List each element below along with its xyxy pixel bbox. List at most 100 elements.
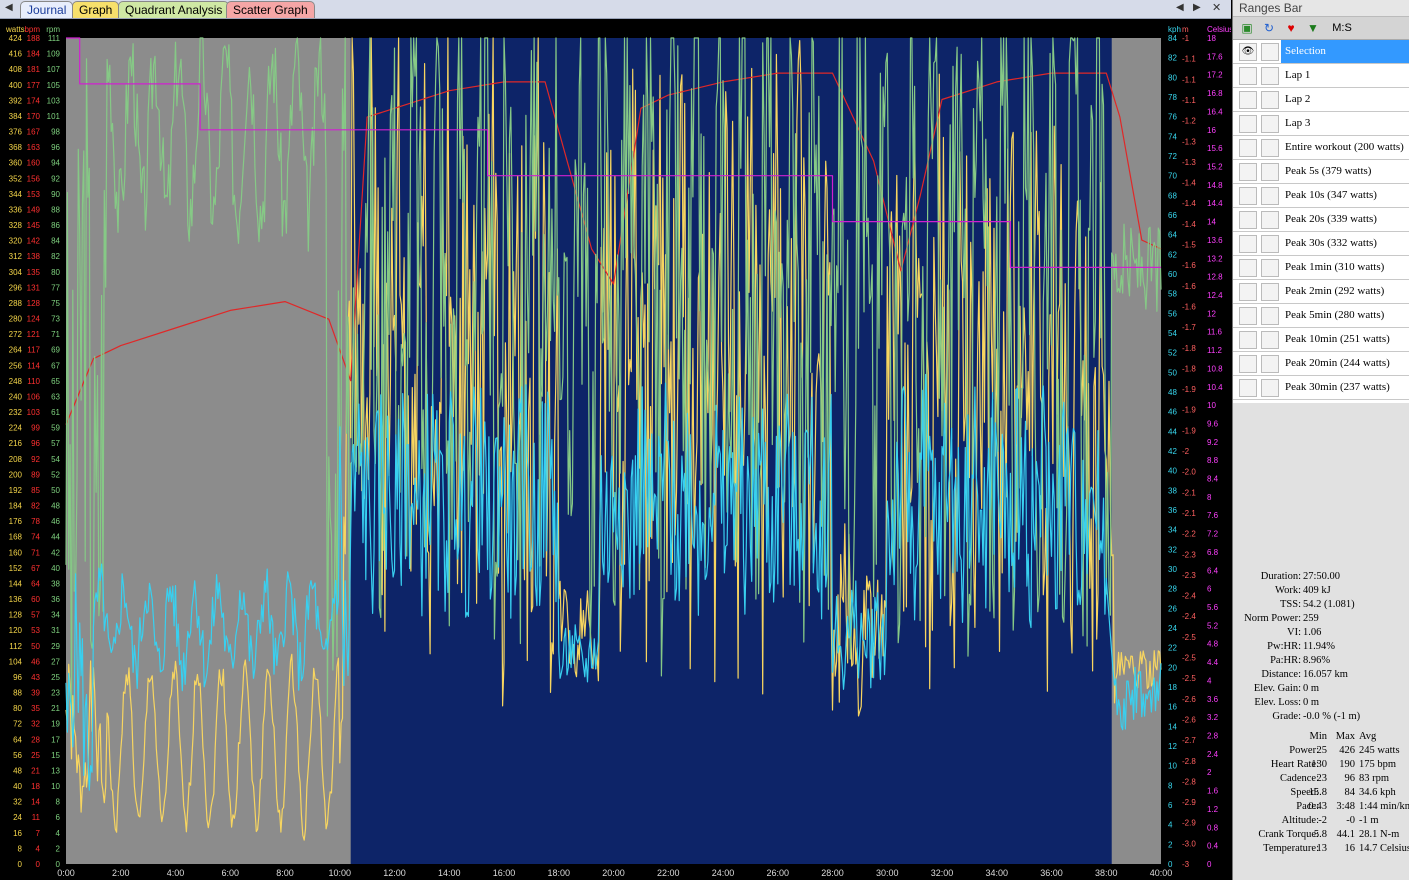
tick-label: 400 [9, 81, 23, 90]
tick-label: 200 [9, 470, 23, 479]
range-item[interactable]: Peak 30min (237 watts) [1233, 376, 1409, 400]
tick-label: 18 [1168, 683, 1177, 692]
summary-stats: Duration: 27:50.00 Work: 409 kJ TSS: 54.2 (1.… [1235, 570, 1409, 724]
lap-icon[interactable]: ▼ [1305, 20, 1321, 36]
visibility-toggle[interactable] [1239, 235, 1257, 253]
visibility-toggle[interactable] [1239, 283, 1257, 301]
workout-graph[interactable]: watts08162432404856647280889610411212012… [0, 19, 1231, 880]
visibility-toggle[interactable] [1239, 307, 1257, 325]
folder-icon[interactable]: ▣ [1239, 20, 1255, 36]
range-item[interactable]: Peak 20s (339 watts) [1233, 208, 1409, 232]
tick-label: -1.6 [1182, 302, 1196, 311]
range-item[interactable]: Peak 30s (332 watts) [1233, 232, 1409, 256]
tick-label: 8.8 [1207, 456, 1219, 465]
range-item[interactable]: Lap 1 [1233, 64, 1409, 88]
tick-label: 256 [9, 361, 23, 370]
heart-icon[interactable]: ♥ [1283, 20, 1299, 36]
range-checkbox[interactable] [1261, 139, 1279, 157]
visibility-toggle[interactable] [1239, 379, 1257, 397]
range-item[interactable]: Peak 10min (251 watts) [1233, 328, 1409, 352]
range-label: Peak 30min (237 watts) [1285, 381, 1390, 393]
tick-label: 168 [9, 533, 23, 542]
range-item[interactable]: Peak 20min (244 watts) [1233, 352, 1409, 376]
range-checkbox[interactable] [1261, 235, 1279, 253]
range-item[interactable]: Peak 2min (292 watts) [1233, 280, 1409, 304]
tick-label: 56 [1168, 309, 1177, 318]
tab-scroll-left-icon[interactable]: ◀ [5, 2, 13, 13]
tick-label: 12.4 [1207, 291, 1223, 300]
time-format-button[interactable]: M:S [1327, 20, 1357, 36]
tick-label: 11.6 [1207, 328, 1223, 337]
range-item[interactable]: Entire workout (200 watts) [1233, 136, 1409, 160]
eye-icon[interactable]: 👁 [1239, 43, 1257, 61]
range-checkbox[interactable] [1261, 115, 1279, 133]
visibility-toggle[interactable] [1239, 91, 1257, 109]
tab-next-icon[interactable]: ▶ [1193, 2, 1201, 13]
visibility-toggle[interactable] [1239, 259, 1257, 277]
stat-label: Pw:HR: [1267, 641, 1301, 652]
visibility-toggle[interactable] [1239, 355, 1257, 373]
tick-label: -2.9 [1182, 798, 1196, 807]
tab-quadrant-analysis[interactable]: Quadrant Analysis [118, 1, 230, 18]
range-checkbox[interactable] [1261, 187, 1279, 205]
stat-row: Pw:HR: 11.94% [1235, 640, 1409, 654]
tick-label: 43 [31, 673, 40, 682]
tab-scatter-graph[interactable]: Scatter Graph [226, 1, 315, 18]
tab-graph[interactable]: Graph [72, 1, 120, 18]
range-checkbox[interactable] [1261, 163, 1279, 181]
tick-label: 216 [9, 439, 23, 448]
range-label: Peak 5min (280 watts) [1285, 309, 1385, 321]
tick-label: 16.4 [1207, 107, 1223, 116]
range-item[interactable]: 👁 Selection [1233, 40, 1409, 64]
tick-label: 12 [1207, 309, 1216, 318]
table-cell: -0 [1346, 815, 1355, 826]
table-row: Speed: 15.8 84 34.6 kph [1233, 786, 1409, 800]
tick-label: 19 [51, 720, 60, 729]
visibility-toggle[interactable] [1239, 115, 1257, 133]
visibility-toggle[interactable] [1239, 139, 1257, 157]
range-item[interactable]: Lap 2 [1233, 88, 1409, 112]
range-checkbox[interactable] [1261, 259, 1279, 277]
range-checkbox[interactable] [1261, 43, 1279, 61]
range-checkbox[interactable] [1261, 211, 1279, 229]
range-item[interactable]: Peak 10s (347 watts) [1233, 184, 1409, 208]
table-cell: 44.1 [1336, 829, 1355, 840]
tick-label: 22 [1168, 644, 1177, 653]
table-row: Crank Torque: 5.8 44.1 28.1 N-m [1233, 828, 1409, 842]
tick-label: 0.4 [1207, 842, 1219, 851]
range-item[interactable]: Peak 1min (310 watts) [1233, 256, 1409, 280]
tick-label: 104 [9, 657, 23, 666]
close-icon[interactable]: ✕ [1212, 1, 1221, 14]
tab-prev-icon[interactable]: ◀ [1176, 2, 1184, 13]
tick-label: 8 [1207, 493, 1212, 502]
visibility-toggle[interactable] [1239, 163, 1257, 181]
tick-label: 77 [51, 283, 60, 292]
range-checkbox[interactable] [1261, 67, 1279, 85]
visibility-toggle[interactable] [1239, 67, 1257, 85]
range-item[interactable]: Peak 5s (379 watts) [1233, 160, 1409, 184]
tick-label: 14 [1168, 722, 1177, 731]
range-item[interactable]: Peak 5min (280 watts) [1233, 304, 1409, 328]
refresh-icon[interactable]: ↻ [1261, 20, 1277, 36]
visibility-toggle[interactable] [1239, 187, 1257, 205]
range-checkbox[interactable] [1261, 283, 1279, 301]
range-checkbox[interactable] [1261, 307, 1279, 325]
tick-label: 9.2 [1207, 438, 1219, 447]
range-checkbox[interactable] [1261, 379, 1279, 397]
table-row: Heart Rate: 130 190 175 bpm [1233, 758, 1409, 772]
ranges-toolbar: ▣ ↻ ♥ ▼ M:S [1233, 17, 1409, 40]
tab-journal[interactable]: Journal [20, 1, 74, 18]
range-checkbox[interactable] [1261, 91, 1279, 109]
range-item[interactable]: Lap 3 [1233, 112, 1409, 136]
tick-label: -2.0 [1182, 468, 1196, 477]
tick-label: 28 [1168, 585, 1177, 594]
visibility-toggle[interactable] [1239, 331, 1257, 349]
tick-label: 0 [36, 860, 41, 869]
tick-label: 57 [51, 439, 60, 448]
tick-label: 46 [31, 657, 40, 666]
range-checkbox[interactable] [1261, 331, 1279, 349]
tick-label: 5.2 [1207, 621, 1219, 630]
range-checkbox[interactable] [1261, 355, 1279, 373]
visibility-toggle[interactable] [1239, 211, 1257, 229]
tick-label: 82 [31, 502, 40, 511]
